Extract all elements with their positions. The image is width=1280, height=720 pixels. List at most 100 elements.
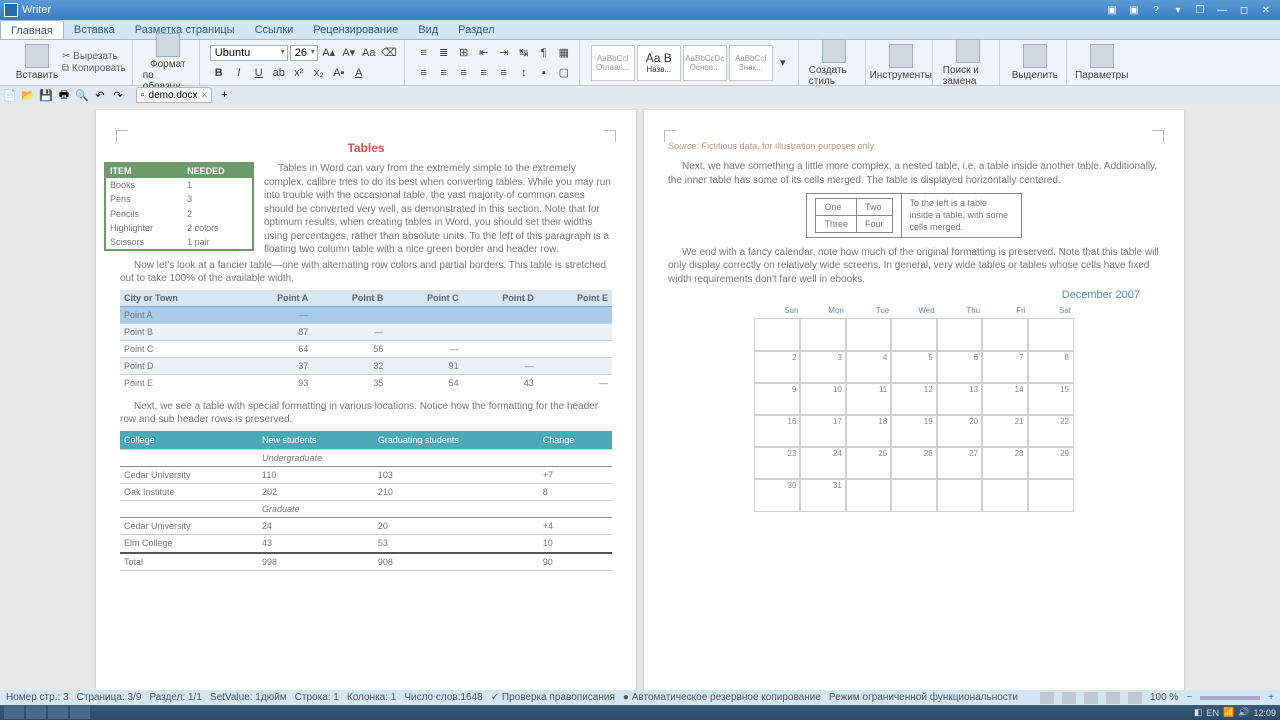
shrink-font-icon[interactable]: A▾ — [340, 44, 358, 62]
paste-button[interactable]: Вставить — [12, 44, 62, 81]
font-color-icon[interactable]: A — [350, 64, 368, 82]
status-spell[interactable]: ✓ Проверка правописания — [491, 692, 615, 703]
zoom-level[interactable]: 100 % — [1150, 692, 1178, 703]
tray-icon[interactable]: ◧ — [1194, 707, 1203, 718]
lang-indicator[interactable]: EN — [1207, 708, 1220, 718]
taskbar-app3[interactable] — [70, 706, 90, 719]
maximize-icon[interactable]: ◻ — [1234, 3, 1254, 17]
superscript-icon[interactable]: x² — [290, 64, 308, 82]
clock[interactable]: 12:09 — [1253, 708, 1276, 718]
workspace[interactable]: Tables ITEMNEEDED Books1 Pens3 Pencils2 … — [0, 104, 1280, 691]
tab-home[interactable]: Главная — [0, 20, 64, 39]
shading-icon[interactable]: ▪ — [535, 64, 553, 82]
more-icon[interactable]: ▾ — [1168, 3, 1188, 17]
close-icon[interactable]: ✕ — [1256, 3, 1276, 17]
align-right-icon[interactable]: ≡ — [455, 64, 473, 82]
doc-tab[interactable]: ▫ demo.docx × — [136, 87, 212, 103]
tools-button[interactable]: Инструменты — [876, 44, 926, 81]
style-1[interactable]: AaBbCcIОглавл... — [591, 45, 635, 81]
bold-icon[interactable]: B — [210, 64, 228, 82]
zoom-out-icon[interactable]: − — [1186, 692, 1192, 703]
help-icon[interactable]: ? — [1146, 3, 1166, 17]
open-icon[interactable]: 📂 — [22, 89, 34, 101]
undo-icon[interactable]: ↶ — [94, 89, 106, 101]
italic-icon[interactable]: I — [230, 64, 248, 82]
style-4[interactable]: AaBbCcIЗнак... — [729, 45, 773, 81]
print-icon[interactable]: 🖶 — [58, 89, 70, 101]
status-page[interactable]: Страница: 3/9 — [77, 692, 142, 703]
page-title: Tables — [120, 140, 612, 156]
status-line[interactable]: Номер стр.: 3 — [6, 692, 69, 703]
status-words[interactable]: Число слов:1648 — [404, 692, 482, 703]
tabs-icon[interactable]: ↹ — [515, 44, 533, 62]
grow-font-icon[interactable]: A▴ — [320, 44, 338, 62]
create-style-button[interactable]: Создать стиль — [809, 39, 859, 87]
zoom-slider[interactable] — [1200, 696, 1260, 700]
view4-icon[interactable] — [1106, 692, 1120, 704]
restore-icon[interactable]: ❐ — [1190, 3, 1210, 17]
start-button[interactable] — [4, 706, 24, 719]
minimize-icon[interactable]: — — [1212, 3, 1232, 17]
ext1-icon[interactable]: ▣ — [1102, 3, 1122, 17]
copy-button[interactable]: ⧉ Копировать — [62, 63, 126, 74]
taskbar-app1[interactable] — [26, 706, 46, 719]
table-row: Point B87— — [120, 323, 612, 340]
quick-access: 📄 📂 💾 🖶 🔍 ↶ ↷ ▫ demo.docx × + — [0, 86, 1280, 104]
borders-icon[interactable]: ▦ — [555, 44, 573, 62]
underline-icon[interactable]: U — [250, 64, 268, 82]
align-left-icon[interactable]: ≡ — [415, 64, 433, 82]
tab-insert[interactable]: Вставка — [64, 20, 125, 39]
clear-format-icon[interactable]: ⌫ — [380, 44, 398, 62]
subscript-icon[interactable]: x₂ — [310, 64, 328, 82]
calendar-title: December 2007 — [668, 288, 1140, 303]
bullets-icon[interactable]: ≡ — [415, 44, 433, 62]
view5-icon[interactable] — [1128, 692, 1142, 704]
table-row: Cedar University2420+4 — [120, 518, 612, 535]
view2-icon[interactable] — [1062, 692, 1076, 704]
show-marks-icon[interactable]: ¶ — [535, 44, 553, 62]
border-icon[interactable]: ▢ — [555, 64, 573, 82]
distribute-icon[interactable]: ≡ — [495, 64, 513, 82]
close-doc-icon[interactable]: × — [201, 90, 207, 101]
numbering-icon[interactable]: ≣ — [435, 44, 453, 62]
view3-icon[interactable] — [1084, 692, 1098, 704]
styles-more-icon[interactable]: ▾ — [774, 54, 792, 72]
justify-icon[interactable]: ≡ — [475, 64, 493, 82]
select-button[interactable]: Выделить — [1010, 44, 1060, 81]
save-icon[interactable]: 💾 — [40, 89, 52, 101]
format-brush-button[interactable]: Форматпо образцу — [143, 33, 193, 92]
sound-icon[interactable]: 🔊 — [1238, 707, 1249, 718]
tab-review[interactable]: Рецензирование — [303, 20, 408, 39]
style-3[interactable]: AaBbCcDcОснов... — [683, 45, 727, 81]
zoom-in-icon[interactable]: + — [1268, 692, 1274, 703]
new-icon[interactable]: 📄 — [4, 89, 16, 101]
preview-icon[interactable]: 🔍 — [76, 89, 88, 101]
table-row: Elm College435310 — [120, 535, 612, 553]
redo-icon[interactable]: ↷ — [112, 89, 124, 101]
font-name-combo[interactable]: Ubuntu — [210, 45, 288, 61]
change-case-icon[interactable]: Aa — [360, 44, 378, 62]
style-2[interactable]: Aa ВНазв... — [637, 45, 681, 81]
strike-icon[interactable]: ab — [270, 64, 288, 82]
table-row: Cedar University110103+7 — [120, 466, 612, 483]
status-section[interactable]: Раздел: 1/1 — [149, 692, 202, 703]
params-button[interactable]: Параметры — [1077, 44, 1127, 81]
tab-section[interactable]: Раздел — [448, 20, 504, 39]
cut-button[interactable]: ✂ Вырезать — [62, 51, 126, 62]
multilevel-icon[interactable]: ⊞ — [455, 44, 473, 62]
new-tab-icon[interactable]: + — [218, 89, 230, 101]
decrease-indent-icon[interactable]: ⇤ — [475, 44, 493, 62]
increase-indent-icon[interactable]: ⇥ — [495, 44, 513, 62]
font-size-combo[interactable]: 26 — [290, 45, 318, 61]
ext2-icon[interactable]: ▣ — [1124, 3, 1144, 17]
line-spacing-icon[interactable]: ↕ — [515, 64, 533, 82]
status-autosave[interactable]: ● Автоматическое резервное копирование — [623, 692, 821, 703]
tab-links[interactable]: Ссылки — [245, 20, 304, 39]
tab-view[interactable]: Вид — [408, 20, 448, 39]
view1-icon[interactable] — [1040, 692, 1054, 704]
network-icon[interactable]: 📶 — [1223, 707, 1234, 718]
find-replace-button[interactable]: Поиск и замена — [943, 39, 993, 87]
highlight-color-icon[interactable]: A▪ — [330, 64, 348, 82]
taskbar-app2[interactable] — [48, 706, 68, 719]
align-center-icon[interactable]: ≡ — [435, 64, 453, 82]
